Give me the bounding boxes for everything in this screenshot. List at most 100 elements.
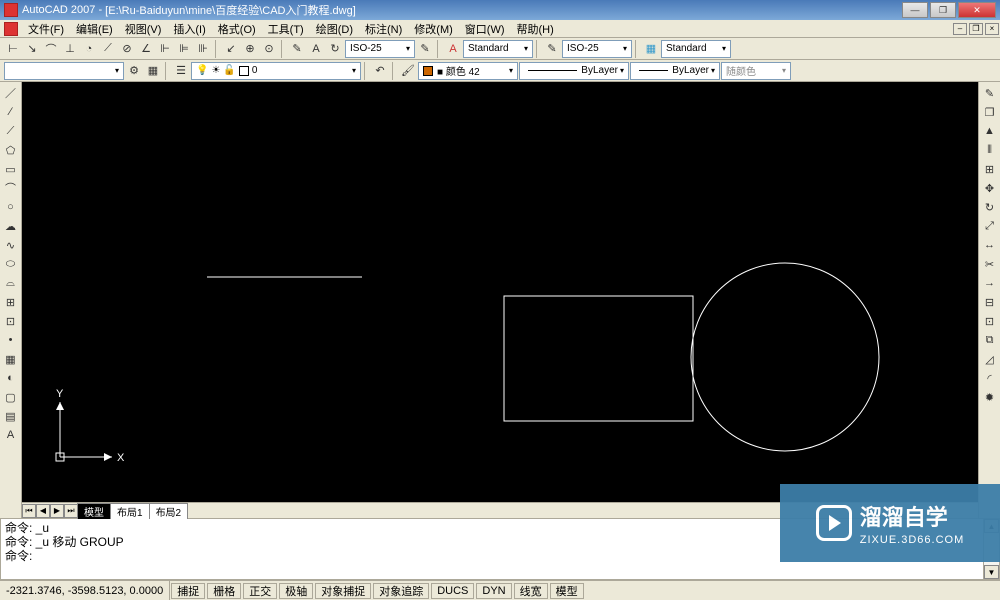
linetype-select[interactable]: ByLayer ▾ bbox=[519, 62, 629, 80]
explode-icon[interactable]: ✹ bbox=[981, 388, 999, 406]
menu-tools[interactable]: 工具(T) bbox=[262, 21, 310, 37]
mtext-icon[interactable]: A bbox=[2, 426, 20, 444]
drawing-canvas[interactable]: X Y bbox=[22, 82, 978, 502]
copy-icon[interactable]: ❐ bbox=[981, 103, 999, 121]
hatch-icon[interactable]: ▦ bbox=[2, 350, 20, 368]
menu-edit[interactable]: 编辑(E) bbox=[70, 21, 119, 37]
grid-toggle[interactable]: 栅格 bbox=[207, 583, 241, 599]
textstyle-select[interactable]: Standard▾ bbox=[463, 40, 533, 58]
menu-window[interactable]: 窗口(W) bbox=[459, 21, 511, 37]
plotstyle-select[interactable]: 随颜色▾ bbox=[721, 62, 791, 80]
model-toggle[interactable]: 模型 bbox=[550, 583, 584, 599]
ducs-toggle[interactable]: DUCS bbox=[431, 583, 474, 599]
menu-insert[interactable]: 插入(I) bbox=[167, 21, 211, 37]
lwt-toggle[interactable]: 线宽 bbox=[514, 583, 548, 599]
move-icon[interactable]: ✥ bbox=[981, 179, 999, 197]
table-icon[interactable]: ▤ bbox=[2, 407, 20, 425]
dim-center-icon[interactable]: ⊙ bbox=[260, 40, 278, 58]
minimize-button[interactable]: — bbox=[902, 2, 928, 18]
dim-arc-icon[interactable]: ⌒ bbox=[42, 40, 60, 58]
arc-icon[interactable]: ⌒ bbox=[2, 179, 20, 197]
menu-help[interactable]: 帮助(H) bbox=[511, 21, 560, 37]
ortho-toggle[interactable]: 正交 bbox=[243, 583, 277, 599]
polygon-icon[interactable]: ⬠ bbox=[2, 141, 20, 159]
match-prop-icon[interactable]: 🖌 bbox=[399, 62, 417, 80]
rectangle-icon[interactable]: ▭ bbox=[2, 160, 20, 178]
tab-last-button[interactable]: ⏭ bbox=[64, 504, 78, 518]
snap-toggle[interactable]: 捕捉 bbox=[171, 583, 205, 599]
ellipse-icon[interactable]: ⬭ bbox=[2, 255, 20, 273]
chamfer-icon[interactable]: ◿ bbox=[981, 350, 999, 368]
menu-view[interactable]: 视图(V) bbox=[119, 21, 168, 37]
dim-tolerance-icon[interactable]: ⊕ bbox=[241, 40, 259, 58]
mirror-icon[interactable]: ▲ bbox=[981, 122, 999, 140]
trim-icon[interactable]: ✂ bbox=[981, 255, 999, 273]
dim-ordinate-icon[interactable]: ⊥ bbox=[61, 40, 79, 58]
menu-draw[interactable]: 绘图(D) bbox=[310, 21, 359, 37]
menu-modify[interactable]: 修改(M) bbox=[408, 21, 459, 37]
rotate-icon[interactable]: ↻ bbox=[981, 198, 999, 216]
revcloud-icon[interactable]: ☁ bbox=[2, 217, 20, 235]
join-icon[interactable]: ⧉ bbox=[981, 331, 999, 349]
dimstyle-select[interactable]: ISO-25▾ bbox=[345, 40, 415, 58]
layer-select[interactable]: 💡 ☀ 🔓 0 ▾ bbox=[191, 62, 361, 80]
osnap-toggle[interactable]: 对象捕捉 bbox=[315, 583, 371, 599]
offset-icon[interactable]: ⫴ bbox=[981, 141, 999, 159]
region-icon[interactable]: ▢ bbox=[2, 388, 20, 406]
tab-model[interactable]: 模型 bbox=[77, 503, 111, 519]
color-select[interactable]: ■ 颜色 42 ▾ bbox=[418, 62, 518, 80]
spline-icon[interactable]: ∿ bbox=[2, 236, 20, 254]
workspace-settings-icon[interactable]: ⚙ bbox=[125, 62, 143, 80]
ellipse-arc-icon[interactable]: ⌓ bbox=[2, 274, 20, 292]
polar-toggle[interactable]: 极轴 bbox=[279, 583, 313, 599]
layer-manager-icon[interactable]: ☰ bbox=[172, 62, 190, 80]
toolpalettes-icon[interactable]: ▦ bbox=[144, 62, 162, 80]
break2-icon[interactable]: ⊡ bbox=[981, 312, 999, 330]
dimstyle2-select[interactable]: ISO-25▾ bbox=[562, 40, 632, 58]
doc-minimize-button[interactable]: – bbox=[953, 23, 967, 35]
dim-linear-icon[interactable]: ⊢ bbox=[4, 40, 22, 58]
tab-layout1[interactable]: 布局1 bbox=[110, 503, 150, 519]
dim-radius-icon[interactable]: ◔ bbox=[80, 40, 98, 58]
dimstyle-button[interactable]: ✎ bbox=[416, 40, 434, 58]
dim-aligned-icon[interactable]: ↘ bbox=[23, 40, 41, 58]
gradient-icon[interactable]: ◐ bbox=[2, 369, 20, 387]
menu-dimension[interactable]: 标注(N) bbox=[359, 21, 408, 37]
dim-angular-icon[interactable]: ∠ bbox=[137, 40, 155, 58]
menu-format[interactable]: 格式(O) bbox=[212, 21, 262, 37]
dim-continue-icon[interactable]: ⊪ bbox=[194, 40, 212, 58]
scroll-down-button[interactable]: ▼ bbox=[984, 565, 999, 579]
dim-jog-icon[interactable]: ⟋ bbox=[99, 40, 117, 58]
workspace-select[interactable]: ▾ bbox=[4, 62, 124, 80]
textstyle-icon[interactable]: A bbox=[444, 40, 462, 58]
break-icon[interactable]: ⊟ bbox=[981, 293, 999, 311]
tab-prev-button[interactable]: ◀ bbox=[36, 504, 50, 518]
erase-icon[interactable]: ✎ bbox=[981, 84, 999, 102]
point-icon[interactable]: • bbox=[2, 331, 20, 349]
dim-quick-icon[interactable]: ⊩ bbox=[156, 40, 174, 58]
doc-close-button[interactable]: × bbox=[985, 23, 999, 35]
make-block-icon[interactable]: ⊡ bbox=[2, 312, 20, 330]
menu-file[interactable]: 文件(F) bbox=[22, 21, 70, 37]
doc-restore-button[interactable]: ❐ bbox=[969, 23, 983, 35]
array-icon[interactable]: ⊞ bbox=[981, 160, 999, 178]
coordinates[interactable]: -2321.3746, -3598.5123, 0.0000 bbox=[0, 581, 170, 600]
lineweight-select[interactable]: ByLayer ▾ bbox=[630, 62, 720, 80]
tablestyle-icon[interactable]: ▦ bbox=[642, 40, 660, 58]
dim-tedit-icon[interactable]: A bbox=[307, 40, 325, 58]
otrack-toggle[interactable]: 对象追踪 bbox=[373, 583, 429, 599]
maximize-button[interactable]: ❐ bbox=[930, 2, 956, 18]
tab-layout2[interactable]: 布局2 bbox=[149, 503, 189, 519]
insert-block-icon[interactable]: ⊞ bbox=[2, 293, 20, 311]
dim-baseline-icon[interactable]: ⊫ bbox=[175, 40, 193, 58]
dimstyle2-icon[interactable]: ✎ bbox=[543, 40, 561, 58]
layer-previous-icon[interactable]: ↶ bbox=[371, 62, 389, 80]
dim-update-icon[interactable]: ↻ bbox=[326, 40, 344, 58]
tab-first-button[interactable]: ⏮ bbox=[22, 504, 36, 518]
circle-icon[interactable]: ○ bbox=[2, 198, 20, 216]
dyn-toggle[interactable]: DYN bbox=[476, 583, 511, 599]
tab-next-button[interactable]: ▶ bbox=[50, 504, 64, 518]
tablestyle-select[interactable]: Standard▾ bbox=[661, 40, 731, 58]
dim-edit-icon[interactable]: ✎ bbox=[288, 40, 306, 58]
line-icon[interactable]: ／ bbox=[2, 84, 20, 102]
